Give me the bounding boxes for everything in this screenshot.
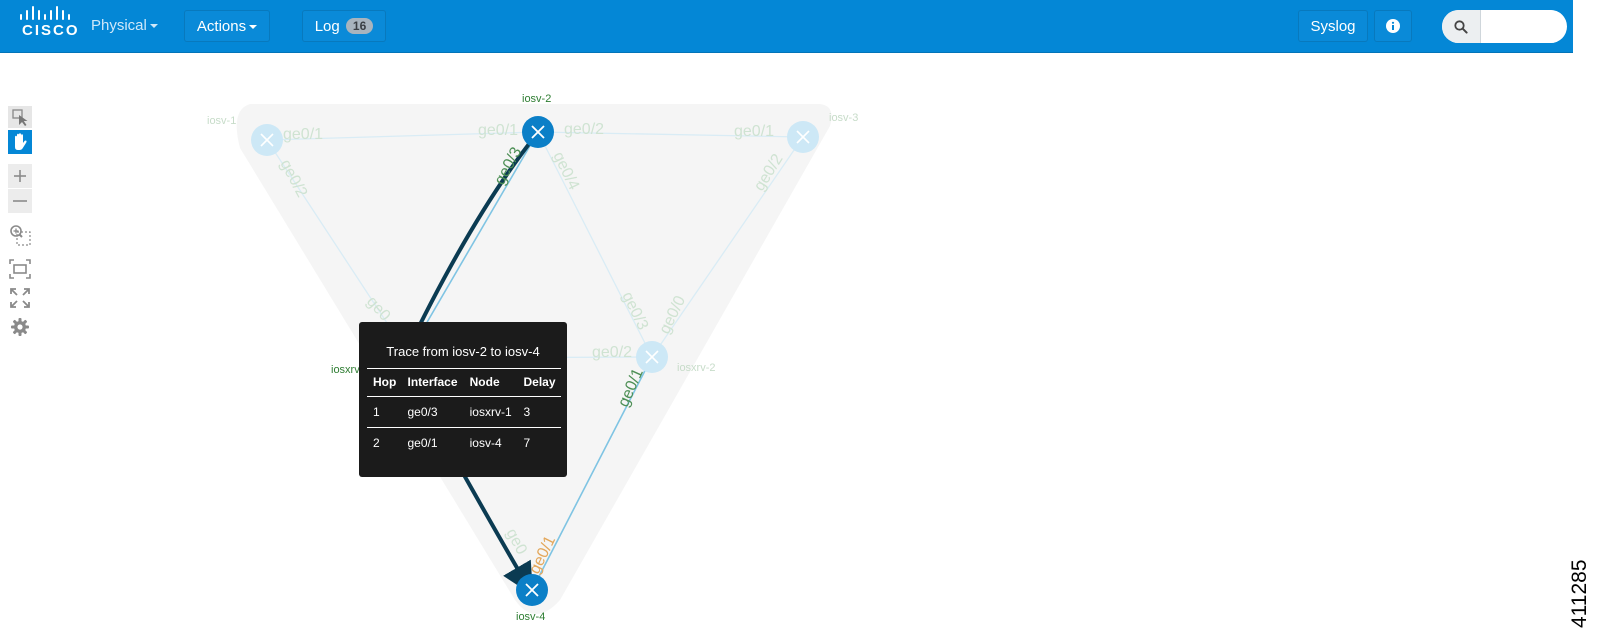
search-box [1442, 10, 1567, 43]
caret-down-icon [149, 24, 158, 29]
trace-popup: Trace from iosv-2 to iosv-4 Hop Interfac… [359, 322, 567, 477]
topology-canvas[interactable]: ge0/1 ge0/2 ge0/1 ge0/2 ge0/3 ge0/4 ge0/… [0, 53, 1601, 633]
node-cell: iosv-4 [469, 436, 502, 450]
physical-view-label: Physical [91, 17, 147, 34]
table-row: 1 ge0/3 iosxrv-1 3 [367, 396, 561, 428]
col-node: Node [463, 368, 518, 397]
col-hop: Hop [367, 368, 402, 397]
delay-cell: 3 [517, 396, 561, 428]
search-icon [1454, 20, 1468, 34]
iosv2-interface-ge01: ge0/1 [478, 122, 518, 139]
physical-view-dropdown[interactable]: Physical [91, 17, 158, 34]
iosv2-interface-ge02: ge0/2 [564, 121, 604, 138]
syslog-label: Syslog [1310, 18, 1356, 35]
node-label-iosxrv-1: iosxrv [331, 364, 360, 376]
col-interface: Interface [401, 368, 464, 397]
iosv3-interface-ge01: ge0/1 [734, 123, 774, 140]
search-button[interactable] [1442, 10, 1481, 43]
node-iosv-2[interactable] [522, 116, 554, 148]
actions-label: Actions [196, 18, 247, 35]
node-iosxrv-2[interactable] [636, 341, 668, 373]
top-navbar: CISCO Physical Actions Log 16 Syslog [0, 0, 1573, 53]
info-button[interactable] [1374, 10, 1412, 42]
figure-id: 411285 [1568, 559, 1591, 628]
node-iosv-1[interactable] [251, 124, 283, 156]
node-label-iosv-4: iosv-4 [516, 611, 545, 623]
node-label-iosv-1: iosv-1 [207, 115, 236, 127]
iosv1-interface-ge01: ge0/1 [283, 126, 323, 143]
cisco-bars-icon [20, 6, 70, 20]
xrv2-interface-ge02: ge0/2 [592, 344, 632, 361]
interface-cell: ge0/1 [407, 436, 438, 450]
log-label: Log [314, 18, 340, 35]
log-button[interactable]: Log 16 [302, 10, 386, 42]
hop-cell: 2 [373, 436, 380, 450]
interface-cell: ge0/3 [401, 396, 464, 428]
info-icon [1386, 19, 1400, 33]
node-label-iosv-2: iosv-2 [522, 93, 551, 105]
trace-title: Trace from iosv-2 to iosv-4 [386, 344, 540, 359]
trace-table-header: Hop Interface Node Delay [367, 368, 561, 397]
actions-dropdown-button[interactable]: Actions [184, 10, 270, 42]
node-iosv-4[interactable] [516, 574, 548, 606]
node-cell: iosxrv-1 [463, 396, 518, 428]
trace-table: Hop Interface Node Delay 1 ge0/3 iosxrv-… [367, 368, 561, 458]
cisco-logo: CISCO [18, 5, 80, 39]
caret-down-icon [249, 25, 258, 30]
cisco-wordmark: CISCO [22, 22, 80, 39]
node-label-iosv-3: iosv-3 [829, 112, 858, 124]
syslog-button[interactable]: Syslog [1298, 10, 1368, 42]
delay-cell: 7 [523, 436, 531, 450]
hop-cell: 1 [367, 396, 402, 428]
table-row: 2 ge0/1 iosv-4 7 [367, 428, 561, 459]
col-delay: Delay [517, 368, 561, 397]
node-iosv-3[interactable] [787, 121, 819, 153]
search-input[interactable] [1482, 10, 1564, 43]
node-label-iosxrv-2: iosxrv-2 [677, 362, 716, 374]
log-count-badge: 16 [345, 18, 374, 34]
